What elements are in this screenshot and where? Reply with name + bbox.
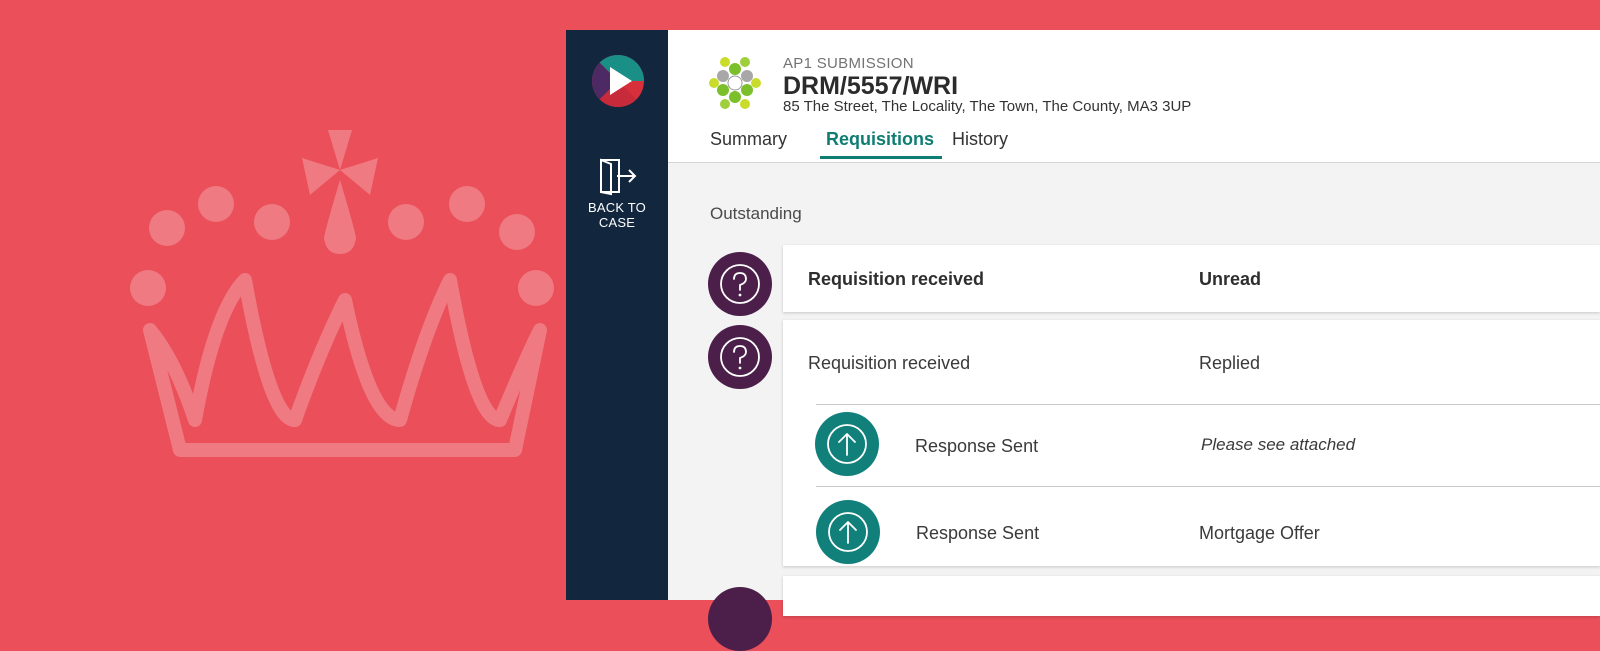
divider: [816, 404, 1600, 405]
exit-door-icon: [600, 158, 637, 196]
response-detail: Please see attached: [1201, 435, 1356, 454]
case-header: AP1 SUBMISSION DRM/5557/WRI 85 The Stree…: [668, 30, 1600, 163]
case-reference: DRM/5557/WRI: [783, 72, 959, 100]
response-title: Response Sent: [915, 436, 1039, 456]
side-nav: BACK TO CASE: [566, 30, 668, 600]
requisition-status: Unread: [1199, 269, 1262, 289]
crown-watermark: [130, 130, 554, 457]
tab-requisitions[interactable]: Requisitions: [820, 129, 943, 159]
response-detail: Mortgage Offer: [1199, 523, 1320, 543]
tab-summary[interactable]: Summary: [710, 129, 787, 156]
arrow-up-icon: [816, 500, 880, 564]
question-icon: [708, 252, 772, 316]
back-label-line1: BACK TO: [588, 200, 646, 215]
requisition-card[interactable]: [783, 576, 1600, 616]
question-icon: [708, 325, 772, 389]
requisition-title: Requisition received: [808, 353, 971, 373]
back-label-line2: CASE: [598, 215, 636, 230]
requisition-card[interactable]: Requisition received Unread: [783, 245, 1600, 312]
back-to-case-button[interactable]: BACK TO CASE: [566, 156, 668, 230]
tab-history[interactable]: History: [952, 129, 1008, 156]
response-title: Response Sent: [916, 523, 1040, 543]
property-address: 85 The Street, The Locality, The Town, T…: [783, 98, 1192, 115]
arrow-up-icon: [815, 412, 879, 476]
hexagon-cluster-logo: [709, 57, 761, 109]
divider: [816, 486, 1600, 487]
submission-label: AP1 SUBMISSION: [783, 55, 914, 72]
play-logo[interactable]: [592, 55, 644, 107]
question-icon: [708, 587, 772, 651]
section-title: Outstanding: [710, 204, 802, 223]
requisition-status: Replied: [1199, 353, 1261, 373]
requisition-title: Requisition received: [808, 269, 985, 289]
app-window: BACK TO CASE AP1 SUBMISSION DRM/5557/WRI…: [566, 30, 1600, 651]
requisition-card[interactable]: Requisition received Replied Response Se…: [783, 320, 1600, 566]
